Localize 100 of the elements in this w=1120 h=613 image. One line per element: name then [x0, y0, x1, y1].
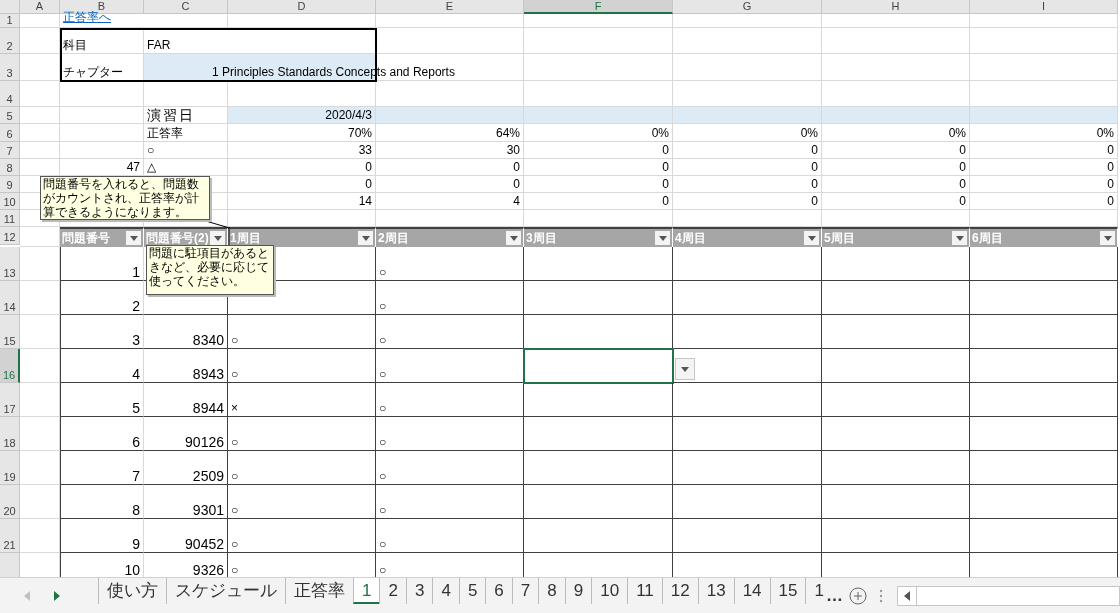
sheet-tab[interactable]: 6 [485, 578, 512, 604]
sheet-tab[interactable]: 2 [379, 578, 406, 604]
sheet-tab[interactable]: 10 [591, 578, 628, 604]
row-header[interactable]: 9 [0, 176, 20, 193]
table-cell: 7 [60, 451, 144, 485]
row-header[interactable]: 12 [0, 227, 20, 245]
sheet-tab[interactable]: 14 [733, 578, 770, 604]
empty-cell[interactable] [524, 519, 673, 553]
column-header[interactable]: F [524, 0, 673, 14]
table-cell: 0 [376, 176, 524, 193]
caret-icon [129, 235, 138, 241]
row-header[interactable]: 8 [0, 159, 20, 176]
dropdown-icon[interactable] [210, 231, 225, 245]
empty-cell[interactable] [524, 451, 673, 485]
dropdown-icon[interactable] [804, 231, 819, 245]
table-cell: 0 [673, 142, 822, 159]
cell-dropdown-button[interactable] [675, 358, 695, 380]
column-header[interactable]: D [228, 0, 376, 14]
row-header[interactable]: 18 [0, 417, 20, 451]
table-cell: ○ [376, 383, 524, 417]
dropdown-icon[interactable] [506, 231, 521, 245]
sheet-tab[interactable]: 使い方 [98, 578, 166, 604]
column-header[interactable]: I [970, 0, 1118, 14]
sheet-tab[interactable]: 8 [538, 578, 565, 604]
sheet-tab[interactable]: 3 [405, 578, 433, 604]
caret-icon [955, 235, 964, 241]
caret-icon [807, 235, 816, 241]
row-header[interactable]: 2 [0, 28, 20, 54]
row-header[interactable]: 3 [0, 54, 20, 81]
row-header[interactable]: 10 [0, 193, 20, 210]
row-header[interactable]: 17 [0, 383, 20, 417]
table-cell: ○ [228, 485, 376, 519]
table-cell: 0 [524, 142, 673, 159]
empty-cell[interactable] [524, 383, 673, 417]
row-header[interactable]: 7 [0, 142, 20, 159]
table-cell: 正答率 [144, 124, 228, 142]
column-header[interactable]: G [673, 0, 822, 14]
scroll-right-icon[interactable] [52, 590, 60, 601]
table-cell: 0 [970, 159, 1118, 176]
table-cell: 0 [673, 193, 822, 210]
dropdown-icon[interactable] [358, 231, 373, 245]
empty-cell[interactable] [524, 417, 673, 451]
header-label: 4周目 [675, 230, 706, 247]
table-cell: 0 [524, 193, 673, 210]
table-cell: 0 [228, 176, 376, 193]
dropdown-icon[interactable] [655, 231, 670, 245]
row-header[interactable]: 4 [0, 81, 20, 107]
row-header[interactable]: 16 [0, 349, 20, 383]
horizontal-scrollbar[interactable] [896, 585, 1120, 606]
table-cell: ○ [376, 315, 524, 349]
table-cell: 4 [60, 349, 144, 383]
table-cell: 1 [60, 247, 144, 281]
table-cell: ○ [228, 519, 376, 553]
empty-cell[interactable] [524, 281, 673, 315]
sheet-tab[interactable]: 11 [627, 578, 662, 604]
empty-cell[interactable] [524, 247, 673, 281]
table-cell: ○ [376, 247, 524, 281]
row-header[interactable]: 14 [0, 281, 20, 315]
table-cell: ○ [228, 349, 376, 383]
sheet-tab[interactable]: 9 [564, 578, 592, 604]
dropdown-icon[interactable] [126, 231, 141, 245]
table-cell: FAR [144, 28, 228, 54]
row-header[interactable]: 20 [0, 485, 20, 519]
sheet-tab[interactable]: スケジュール [166, 578, 285, 604]
table-cell: 0 [970, 142, 1118, 159]
sheet-tab[interactable]: 15 [769, 578, 806, 604]
column-header[interactable]: A [20, 0, 60, 14]
empty-cell[interactable] [524, 485, 673, 519]
header-label: 1周目 [230, 230, 261, 247]
sheet-tab[interactable]: 5 [458, 578, 486, 604]
row-header[interactable]: 13 [0, 247, 20, 281]
table-cell: 9301 [144, 485, 228, 519]
column-header[interactable]: E [376, 0, 524, 14]
table-cell: 4 [376, 193, 524, 210]
table-cell: 0% [673, 124, 822, 142]
table-cell: 9 [60, 519, 144, 553]
caret-icon [509, 235, 518, 241]
dropdown-icon[interactable] [952, 231, 967, 245]
sheet-tab[interactable]: 12 [661, 578, 698, 604]
row-header[interactable]: 1 [0, 14, 20, 28]
table-cell: ○ [376, 417, 524, 451]
table-cell: 0 [673, 159, 822, 176]
row-header[interactable]: 19 [0, 451, 20, 485]
table-cell: ○ [228, 315, 376, 349]
row-header[interactable]: 15 [0, 315, 20, 349]
caret-icon [1103, 235, 1112, 241]
row-header[interactable]: 21 [0, 519, 20, 553]
column-header[interactable]: C [144, 0, 228, 14]
row-header[interactable]: 5 [0, 107, 20, 124]
row-header[interactable]: 6 [0, 124, 20, 142]
sheet-tab[interactable]: 7 [511, 578, 539, 604]
row-header[interactable]: 11 [0, 210, 20, 227]
dropdown-icon[interactable] [1100, 231, 1115, 245]
sheet-tab[interactable]: 1 [353, 578, 380, 604]
table-cell: ○ [376, 451, 524, 485]
scroll-left-icon[interactable] [903, 590, 910, 601]
add-sheet-icon[interactable] [848, 586, 867, 605]
sheet-tab[interactable]: 4 [432, 578, 459, 604]
sheet-tab[interactable]: 13 [697, 578, 734, 604]
column-header[interactable]: H [822, 0, 970, 14]
